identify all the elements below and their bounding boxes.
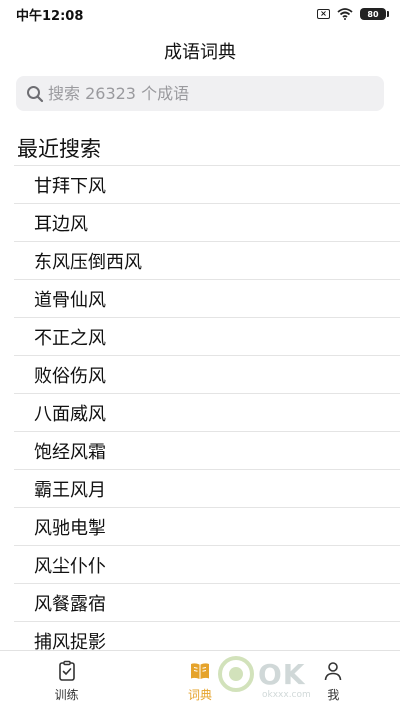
tab-label: 词典 bbox=[187, 687, 212, 702]
list-item[interactable]: 败俗伤风 bbox=[14, 355, 400, 393]
book-icon bbox=[190, 662, 209, 679]
search-icon bbox=[27, 85, 44, 102]
page-title: 成语词典 bbox=[164, 42, 236, 63]
recent-search-list: 甘拜下风 耳边风 东风压倒西风 道骨仙风 不正之风 败俗伤风 八面威风 饱经风霜… bbox=[0, 165, 400, 650]
battery-icon: 80 bbox=[360, 8, 389, 20]
search-bar[interactable] bbox=[16, 76, 384, 111]
sim-off-icon: × bbox=[317, 9, 330, 19]
list-item[interactable]: 耳边风 bbox=[14, 203, 400, 241]
list-item[interactable]: 风餐露宿 bbox=[14, 583, 400, 621]
status-time: 中午12:08 bbox=[16, 8, 84, 24]
list-item[interactable]: 风尘仆仆 bbox=[14, 545, 400, 583]
clipboard-check-icon bbox=[58, 660, 75, 681]
list-item[interactable]: 饱经风霜 bbox=[14, 431, 400, 469]
battery-level: 80 bbox=[367, 9, 379, 19]
tab-label: 我 bbox=[327, 687, 340, 702]
tab-bar: 训练 词典 我 bbox=[0, 650, 400, 710]
recent-search-heading: 最近搜索 bbox=[17, 137, 101, 161]
list-item[interactable]: 霸王风月 bbox=[14, 469, 400, 507]
status-icons: × 80 bbox=[317, 8, 389, 20]
tab-label: 训练 bbox=[54, 687, 79, 702]
list-item[interactable]: 东风压倒西风 bbox=[14, 241, 400, 279]
list-item[interactable]: 道骨仙风 bbox=[14, 279, 400, 317]
tab-training[interactable]: 训练 bbox=[0, 651, 133, 710]
list-item[interactable]: 八面威风 bbox=[14, 393, 400, 431]
list-item[interactable]: 风驰电掣 bbox=[14, 507, 400, 545]
list-item[interactable]: 不正之风 bbox=[14, 317, 400, 355]
status-bar: 中午12:08 × 80 bbox=[0, 0, 400, 28]
tab-me[interactable]: 我 bbox=[267, 651, 400, 710]
search-input[interactable] bbox=[48, 84, 368, 103]
wifi-icon bbox=[337, 8, 353, 20]
user-icon bbox=[325, 661, 342, 680]
tab-dictionary[interactable]: 词典 bbox=[133, 651, 266, 710]
list-item[interactable]: 捕风捉影 bbox=[14, 621, 400, 650]
list-item[interactable]: 甘拜下风 bbox=[14, 165, 400, 203]
